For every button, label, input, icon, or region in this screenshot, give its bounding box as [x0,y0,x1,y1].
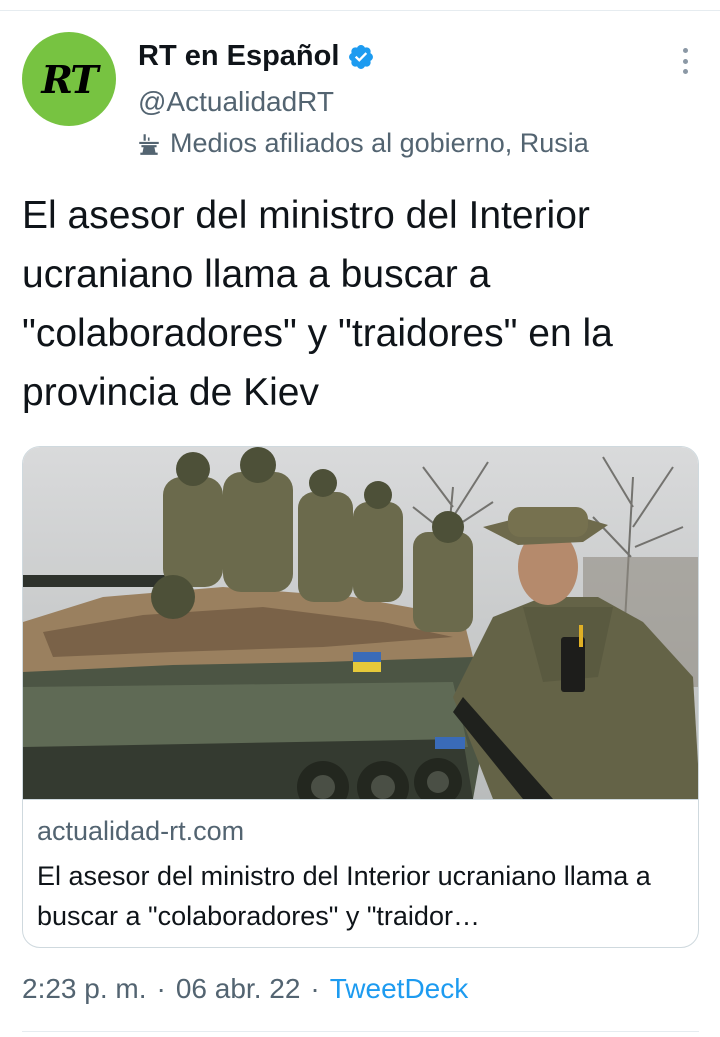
link-card[interactable]: actualidad-rt.com El asesor del ministro… [22,446,699,948]
podium-icon [139,133,159,155]
bottom-divider [22,1031,699,1032]
tweet-time[interactable]: 2:23 p. m. [22,973,147,1005]
affiliation-text: Medios afiliados al gobierno, Rusia [170,128,589,158]
handle[interactable]: @ActualidadRT [138,86,334,118]
more-vertical-icon [682,48,688,53]
card-meta: actualidad-rt.com El asesor del ministro… [23,799,698,947]
card-photo [23,447,698,799]
card-domain: actualidad-rt.com [37,816,245,846]
more-options-button[interactable] [678,48,692,74]
verified-badge-icon [349,44,374,69]
separator: · [310,973,320,1004]
card-title: El asesor del ministro del Interior ucra… [37,861,651,931]
tweet-date[interactable]: 06 abr. 22 [176,973,301,1005]
tweet-text: El asesor del ministro del Interior ucra… [22,194,613,414]
display-name[interactable]: RT en Español [138,40,339,73]
source-link[interactable]: TweetDeck [330,973,469,1005]
avatar-logo-text: RT [41,56,98,102]
state-affiliation-label[interactable]: Medios afiliados al gobierno, Rusia [136,128,589,159]
tweet-footer: 2:23 p. m. · 06 abr. 22 · TweetDeck [22,973,468,1005]
separator: · [156,973,166,1004]
tweet: RT RT en Español @ActualidadRT Medios af… [0,0,720,1037]
display-name-row: RT en Español [138,40,375,73]
avatar[interactable]: RT [22,32,116,126]
